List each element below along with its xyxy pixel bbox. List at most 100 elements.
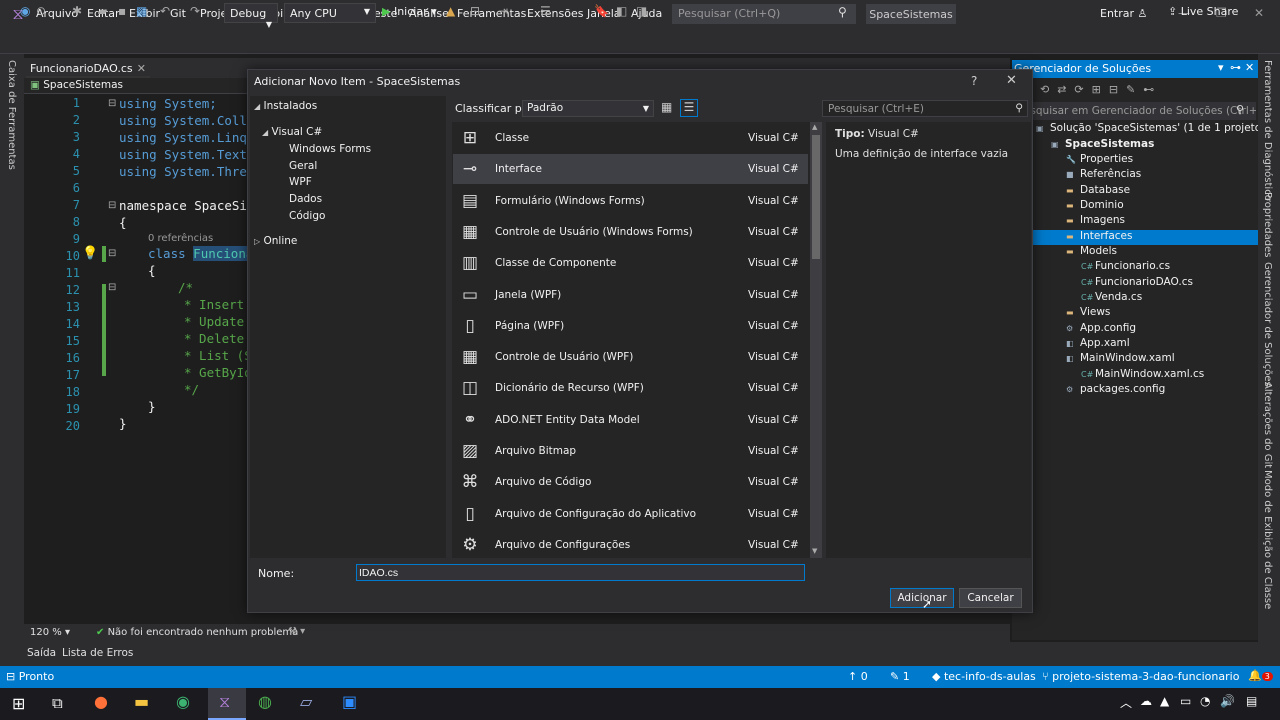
template-item[interactable]: ▭ Janela (WPF) Visual C# bbox=[453, 280, 808, 310]
git-changes-indicator[interactable]: ✎ 1 bbox=[890, 670, 910, 683]
save-icon[interactable]: ▪ bbox=[118, 4, 126, 18]
tree-item[interactable]: 🔧 Properties bbox=[1066, 152, 1133, 167]
windows-start-icon[interactable]: ⊞ bbox=[12, 694, 25, 713]
properties-tab[interactable]: Propriedades bbox=[1262, 192, 1273, 257]
list-view-icon[interactable]: ☰ bbox=[680, 99, 698, 117]
tree-item[interactable]: ▬ Imagens bbox=[1066, 213, 1125, 228]
template-item[interactable]: ▦ Controle de Usuário (WPF) Visual C# bbox=[453, 342, 808, 372]
save-all-icon[interactable]: ▩ bbox=[136, 4, 147, 18]
collapse-class-icon[interactable]: ⊟ bbox=[108, 248, 116, 259]
solution-explorer-tab[interactable]: Gerenciador de Soluções bbox=[1262, 262, 1273, 387]
error-list-tab[interactable]: Lista de Erros bbox=[62, 647, 133, 659]
notifications-button[interactable]: 🔔 3 bbox=[1248, 669, 1273, 682]
onedrive-icon[interactable]: ☁ bbox=[1140, 694, 1152, 708]
installed-node[interactable]: ◢ Instalados bbox=[254, 100, 317, 112]
code-cleanup-icon[interactable]: ⚒ ▾ bbox=[288, 626, 305, 637]
scrollbar-thumb[interactable] bbox=[812, 135, 820, 259]
forward-icon[interactable]: ⊙ bbox=[36, 4, 46, 18]
template-item[interactable]: ▨ Arquivo Bitmap Visual C# bbox=[453, 436, 808, 466]
tree-item[interactable]: ▣ Solução 'SpaceSistemas' (1 de 1 projeto… bbox=[1036, 121, 1265, 136]
tree-item[interactable]: ◧ App.xaml bbox=[1066, 336, 1130, 351]
live-share-button[interactable]: ⇪ Live Share bbox=[1168, 5, 1238, 18]
template-item[interactable]: ⊸ Interface Visual C# bbox=[453, 154, 808, 185]
close-tab-icon[interactable]: ✕ bbox=[137, 62, 146, 75]
category-node[interactable]: Dados bbox=[289, 193, 322, 205]
search-icon[interactable]: ⚲ bbox=[838, 5, 847, 19]
editor-tab-funcionariodao[interactable]: FuncionarioDAO.cs ✕ bbox=[26, 60, 150, 78]
close-window-icon[interactable]: ✕ bbox=[1254, 6, 1264, 20]
new-project-icon[interactable]: ✱ bbox=[72, 4, 82, 18]
file-explorer-icon[interactable]: ▬ bbox=[134, 692, 149, 711]
project-nav-dropdown[interactable]: ▣ SpaceSistemas bbox=[30, 79, 123, 91]
scroll-down-icon[interactable]: ▼ bbox=[812, 547, 817, 555]
visual-csharp-node[interactable]: ◢ Visual C# bbox=[262, 126, 322, 138]
sort-select[interactable]: Padrão ▼ bbox=[522, 100, 654, 117]
template-item[interactable]: ⚙ Arquivo de Configurações Visual C# bbox=[453, 530, 808, 560]
notepad-icon[interactable]: ▱ bbox=[300, 692, 312, 711]
category-node[interactable]: Windows Forms bbox=[289, 143, 371, 155]
output-tab[interactable]: Saída bbox=[27, 647, 56, 659]
collapse-using-icon[interactable]: ⊟ bbox=[108, 98, 116, 109]
dropdown-icon[interactable]: ▾ bbox=[1218, 61, 1224, 74]
firefox-icon[interactable]: ● bbox=[94, 692, 108, 711]
volume-icon[interactable]: 🔊 bbox=[1220, 694, 1235, 708]
tray-chevron-icon[interactable]: ︿ bbox=[1120, 694, 1132, 711]
tree-item[interactable]: ■ Referências bbox=[1066, 167, 1141, 182]
cancel-button[interactable]: Cancelar bbox=[959, 588, 1022, 608]
diagnostic-tools-tab[interactable]: Ferramentas de Diagnóstico bbox=[1262, 60, 1273, 201]
action-center-icon[interactable]: ▤ bbox=[1246, 694, 1257, 708]
platform-select[interactable]: Any CPU ▼ bbox=[284, 3, 376, 23]
tree-item[interactable]: ▬ Models bbox=[1066, 244, 1117, 259]
category-node[interactable]: Geral bbox=[289, 160, 317, 172]
solution-search-icon[interactable]: ⚲ bbox=[1236, 103, 1244, 116]
tree-item[interactable]: ⚙ packages.config bbox=[1066, 382, 1165, 397]
browser-link-icon[interactable]: ⊡ bbox=[470, 4, 480, 18]
template-item[interactable]: ◫ Dicionário de Recurso (WPF) Visual C# bbox=[453, 373, 808, 403]
tree-item[interactable]: ▬ Interfaces bbox=[1066, 229, 1132, 244]
menu-item-9[interactable]: Ferramentas bbox=[457, 7, 526, 20]
template-item[interactable]: ⚭ ADO.NET Entity Data Model Visual C# bbox=[453, 405, 808, 435]
template-item[interactable]: ▯ Página (WPF) Visual C# bbox=[453, 311, 808, 341]
solution-search-input[interactable]: Pesquisar em Gerenciador de Soluções (Ct… bbox=[1014, 102, 1256, 120]
template-item[interactable]: ⊞ Classe Visual C# bbox=[453, 123, 808, 153]
category-node[interactable]: Código bbox=[289, 210, 325, 222]
menu-item-10[interactable]: Extensões bbox=[527, 7, 583, 20]
tree-item[interactable]: ▬ Dominio bbox=[1066, 198, 1124, 213]
solution-explorer-toolbar[interactable]: ⟲⇄⟳⊞⊟✎⊷ bbox=[1040, 83, 1162, 96]
configuration-select[interactable]: Debug ▼ bbox=[224, 3, 278, 29]
gitkraken-icon[interactable]: ◉ bbox=[176, 692, 190, 711]
toolbox-tab[interactable]: Caixa de Ferramentas bbox=[6, 60, 17, 170]
start-button[interactable]: ▶ Iniciar ▾ bbox=[382, 5, 437, 18]
close-panel-icon[interactable]: ✕ bbox=[1245, 61, 1254, 74]
zoom-select[interactable]: 120 % ▾ bbox=[30, 627, 78, 640]
references-codelens[interactable]: 0 referências bbox=[148, 233, 213, 244]
back-icon[interactable]: ◉ bbox=[20, 4, 30, 18]
lightbulb-icon[interactable]: 💡 bbox=[82, 246, 98, 261]
git-up-indicator[interactable]: ↑ 0 bbox=[848, 670, 868, 683]
grid-view-icon[interactable]: ▦ bbox=[661, 100, 672, 114]
bookmark-icon[interactable]: 🔖 bbox=[594, 4, 609, 18]
tree-item[interactable]: C# MainWindow.xaml.cs bbox=[1081, 367, 1204, 382]
template-item[interactable]: ⌘ Arquivo de Código Visual C# bbox=[453, 467, 808, 497]
task-view-icon[interactable]: ⧉ bbox=[52, 694, 63, 712]
menu-item-3[interactable]: Git bbox=[170, 7, 186, 20]
collapse-comment-icon[interactable]: ⊟ bbox=[108, 282, 116, 293]
tray-app-icon[interactable]: ▲ bbox=[1160, 694, 1169, 708]
battery-icon[interactable]: ▭ bbox=[1180, 694, 1191, 708]
template-item[interactable]: ▤ Formulário (Windows Forms) Visual C# bbox=[453, 186, 808, 216]
tree-item[interactable]: ▬ Views bbox=[1066, 305, 1110, 320]
tree-item[interactable]: C# FuncionarioDAO.cs bbox=[1081, 275, 1193, 290]
bookmark-next-icon[interactable]: ◨ bbox=[636, 4, 647, 18]
template-item[interactable]: ▯ Arquivo de Configuração do Aplicativo Vi… bbox=[453, 499, 808, 529]
sign-in-button[interactable]: Entrar ♙ bbox=[1100, 7, 1147, 20]
repository-indicator[interactable]: ◆ tec-info-ds-aulas bbox=[932, 670, 1036, 683]
redo-icon[interactable]: ↷ bbox=[190, 4, 200, 18]
network-icon[interactable]: ◔ bbox=[1200, 694, 1210, 708]
branch-indicator[interactable]: ⑂ projeto-sistema-3-dao-funcionario bbox=[1042, 670, 1239, 683]
tree-item[interactable]: ▣ SpaceSistemas bbox=[1051, 137, 1154, 152]
close-dialog-icon[interactable]: ✕ bbox=[1006, 73, 1017, 88]
template-item[interactable]: ▦ Controle de Usuário (Windows Forms) Visu… bbox=[453, 217, 808, 247]
global-search-input[interactable]: Pesquisar (Ctrl+Q) bbox=[672, 4, 856, 24]
tree-item[interactable]: ⚙ App.config bbox=[1066, 321, 1136, 336]
category-node[interactable]: WPF bbox=[289, 176, 312, 188]
